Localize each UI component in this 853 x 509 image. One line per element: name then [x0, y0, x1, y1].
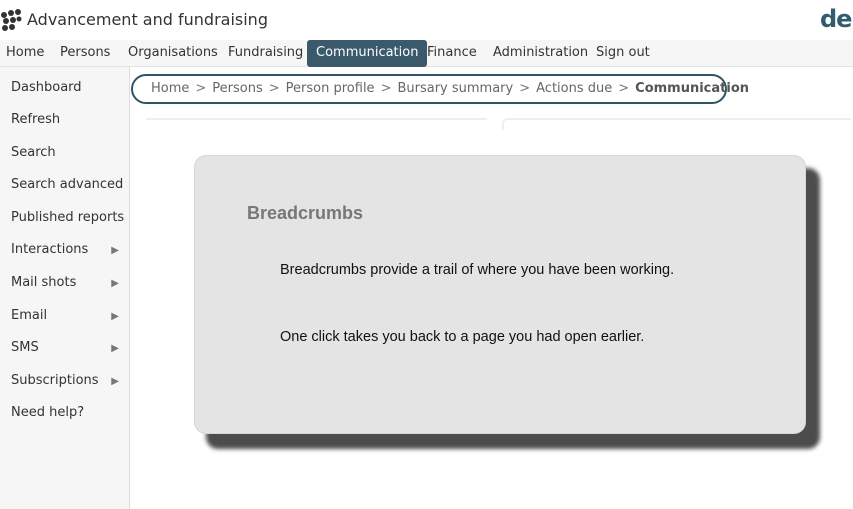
- sidebar-item-label: Mail shots: [11, 275, 77, 290]
- breadcrumb-item-bursary-summary[interactable]: Bursary summary: [397, 81, 513, 96]
- sidebar-item-label: Interactions: [11, 242, 89, 257]
- app-logo-icon: [1, 9, 22, 31]
- breadcrumb-item-home[interactable]: Home: [151, 81, 189, 96]
- sidebar-item-label: SMS: [11, 340, 39, 355]
- submenu-arrow-icon: ▶: [111, 343, 119, 354]
- app-title: Advancement and fundraising: [27, 10, 268, 29]
- panel-border: [502, 118, 851, 130]
- top-nav: Home Persons Organisations Fundraising C…: [0, 40, 853, 67]
- sidebar-item-label: Dashboard: [11, 80, 82, 95]
- nav-item-communication[interactable]: Communication: [307, 40, 428, 67]
- submenu-arrow-icon: ▶: [111, 245, 119, 256]
- breadcrumb-separator: >: [268, 81, 280, 96]
- breadcrumb-separator: >: [618, 81, 630, 96]
- panel-divider: [146, 118, 487, 120]
- title-bar: Advancement and fundraising de: [0, 0, 853, 40]
- sidebar-item-label: Subscriptions: [11, 373, 99, 388]
- breadcrumb-separator: >: [380, 81, 392, 96]
- nav-item-persons[interactable]: Persons: [60, 40, 110, 67]
- sidebar: Dashboard Refresh Search Search advanced…: [0, 67, 130, 509]
- sidebar-item-label: Search advanced: [11, 177, 124, 192]
- breadcrumb-separator: >: [195, 81, 207, 96]
- sidebar-item-label: Published reports: [11, 210, 125, 225]
- callout-text-line-2: One click takes you back to a page you h…: [280, 329, 645, 345]
- sidebar-item-search[interactable]: Search: [11, 145, 123, 165]
- brand-logo: de: [820, 5, 852, 33]
- sidebar-item-label: Refresh: [11, 112, 61, 127]
- nav-item-fundraising[interactable]: Fundraising: [228, 40, 303, 67]
- breadcrumb-separator: >: [519, 81, 531, 96]
- breadcrumb-item-current: Communication: [635, 81, 750, 96]
- sidebar-item-email[interactable]: Email ▶: [11, 308, 123, 328]
- callout-title: Breadcrumbs: [247, 203, 364, 223]
- breadcrumb: Home > Persons > Person profile > Bursary summ…: [131, 74, 749, 104]
- nav-item-home[interactable]: Home: [6, 40, 44, 67]
- submenu-arrow-icon: ▶: [111, 311, 119, 322]
- sidebar-item-label: Email: [11, 308, 48, 323]
- nav-item-sign-out[interactable]: Sign out: [596, 40, 650, 67]
- sidebar-item-interactions[interactable]: Interactions ▶: [11, 242, 123, 262]
- sidebar-item-label: Search: [11, 145, 56, 160]
- callout-text-line-1: Breadcrumbs provide a trail of where you…: [280, 262, 675, 278]
- sidebar-item-label: Need help?: [11, 405, 85, 420]
- breadcrumb-item-actions-due[interactable]: Actions due: [536, 81, 612, 96]
- nav-item-administration[interactable]: Administration: [493, 40, 588, 67]
- sidebar-item-mail-shots[interactable]: Mail shots ▶: [11, 275, 123, 295]
- sidebar-item-refresh[interactable]: Refresh: [11, 112, 123, 132]
- sidebar-item-published-reports[interactable]: Published reports: [11, 210, 125, 230]
- submenu-arrow-icon: ▶: [111, 376, 119, 387]
- nav-item-organisations[interactable]: Organisations: [128, 40, 218, 67]
- breadcrumb-item-persons[interactable]: Persons: [212, 81, 262, 96]
- sidebar-item-need-help[interactable]: Need help?: [11, 405, 123, 425]
- submenu-arrow-icon: ▶: [111, 278, 119, 289]
- breadcrumb-item-person-profile[interactable]: Person profile: [286, 81, 375, 96]
- breadcrumbs-callout: Breadcrumbs Breadcrumbs provide a trail …: [194, 155, 806, 434]
- nav-item-finance[interactable]: Finance: [427, 40, 477, 67]
- sidebar-item-subscriptions[interactable]: Subscriptions ▶: [11, 373, 123, 393]
- sidebar-item-sms[interactable]: SMS ▶: [11, 340, 123, 360]
- sidebar-item-search-advanced[interactable]: Search advanced: [11, 177, 123, 197]
- sidebar-item-dashboard[interactable]: Dashboard: [11, 80, 123, 100]
